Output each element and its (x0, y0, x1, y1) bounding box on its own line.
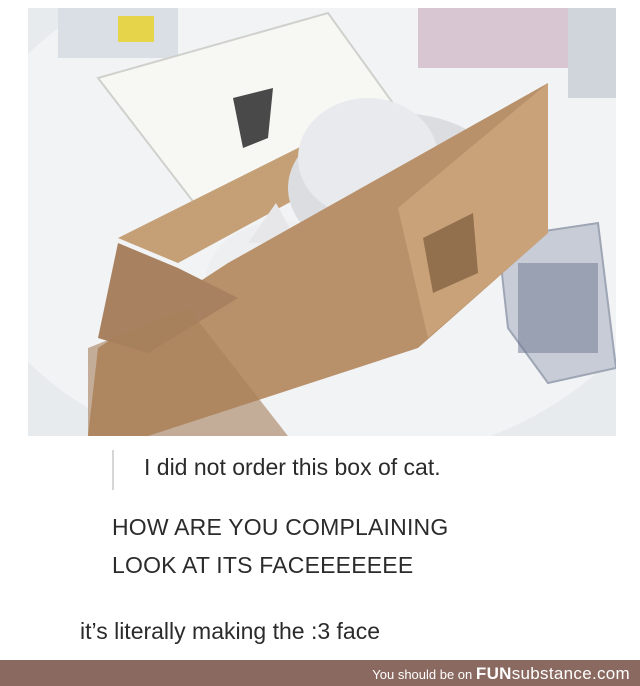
footer-brand: FUNsubstance.com (476, 664, 630, 683)
meme-page: I did not order this box of cat. HOW ARE… (0, 0, 640, 686)
brand-strong: FUN (475, 664, 512, 683)
brand-suffix: .com (591, 664, 630, 683)
brand-light: substance (511, 664, 592, 683)
cat-in-box-photo (28, 8, 616, 436)
pink-package (418, 8, 568, 68)
yellow-object (118, 16, 154, 42)
post-line-2: HOW ARE YOU COMPLAINING (112, 514, 449, 540)
post-line-4: it’s literally making the :3 face (80, 618, 380, 644)
footer-bar: You should be on FUNsubstance.com (0, 660, 640, 686)
photo-illustration (28, 8, 616, 436)
post-line-1: I did not order this box of cat. (144, 454, 441, 480)
post-line-3: LOOK AT ITS FACEEEEEEE (112, 552, 414, 578)
footer-prefix: You should be on (372, 667, 473, 682)
chair-top (568, 8, 616, 98)
quote-bar (112, 450, 142, 490)
footer-watermark[interactable]: You should be on FUNsubstance.com (372, 664, 630, 684)
